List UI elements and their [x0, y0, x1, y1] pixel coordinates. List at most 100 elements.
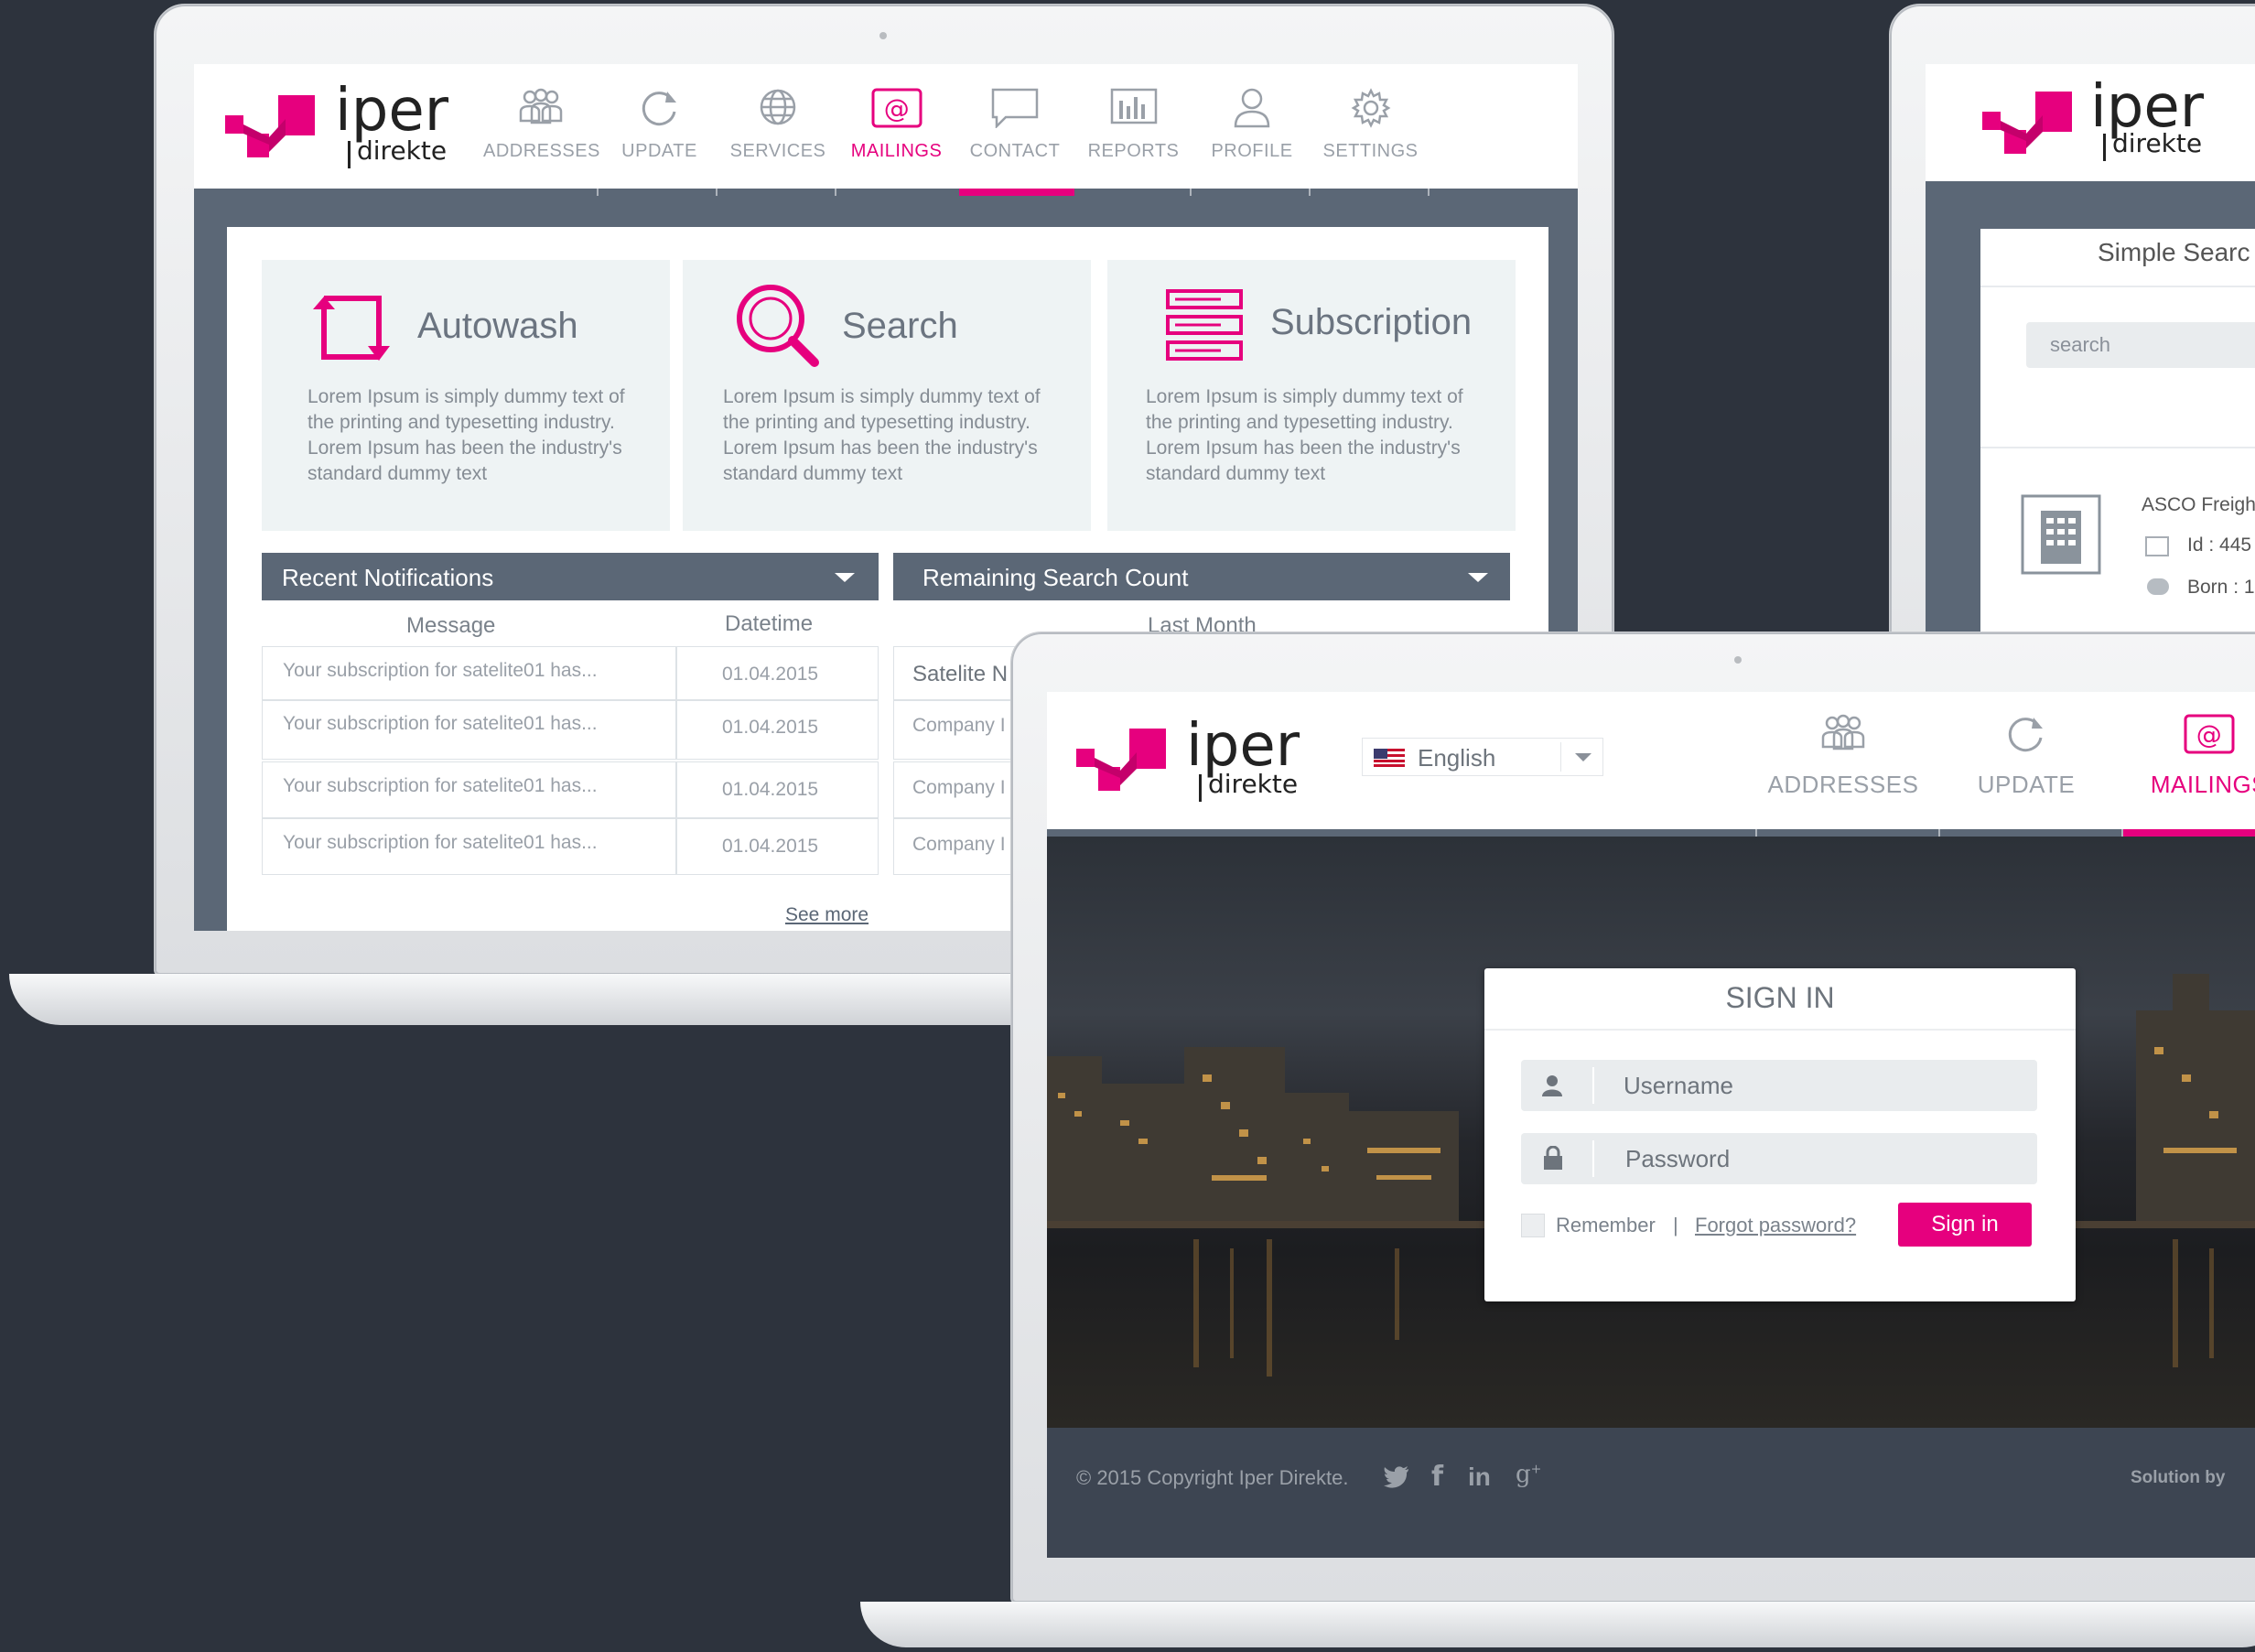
- table-row-message[interactable]: Your subscription for satelite01 has...: [262, 818, 677, 875]
- active-tab-indicator: [2123, 829, 2255, 837]
- nav-label: MAILINGS: [2150, 771, 2255, 798]
- nav-item-mailings[interactable]: @ MAILINGS: [839, 88, 955, 162]
- remember-label[interactable]: Remember: [1556, 1214, 1656, 1237]
- logo-bar: [1199, 774, 1202, 802]
- signin-title-divider: [1484, 1029, 2076, 1031]
- refresh-icon: [602, 88, 718, 141]
- dashboard-header: iper direkte ADDRESSES UPDATE SERVICES @ MAI…: [194, 64, 1578, 189]
- search-input[interactable]: search: [2026, 322, 2255, 368]
- remember-checkbox[interactable]: [1521, 1214, 1545, 1237]
- gear-icon: [1313, 88, 1429, 141]
- result-divider: [1980, 447, 2255, 448]
- user-icon: [1194, 88, 1310, 141]
- panel-title: Remaining Search Count: [922, 564, 1189, 591]
- chevron-down-icon[interactable]: [1575, 753, 1591, 761]
- birthday-icon: [2147, 578, 2169, 595]
- nav-item-profile[interactable]: PROFILE: [1194, 88, 1310, 162]
- nav-item-update[interactable]: UPDATE: [602, 88, 718, 162]
- card-description: Lorem Ipsum is simply dummy text of the …: [723, 386, 1041, 484]
- password-field[interactable]: Password: [1521, 1133, 2037, 1184]
- table-row-message[interactable]: Your subscription for satelite01 has...: [262, 699, 677, 760]
- nav-label: ADDRESSES: [483, 141, 600, 161]
- camera: [879, 32, 887, 39]
- logo-mark: [1076, 729, 1166, 791]
- laptop-base-signin: [860, 1602, 2255, 1647]
- panel-title: Simple Searc: [2098, 238, 2250, 266]
- nav-label: UPDATE: [621, 141, 697, 161]
- svg-text:@: @: [883, 93, 910, 124]
- logo-bar: [348, 141, 351, 168]
- nav-item-addresses[interactable]: ADDRESSES: [1752, 714, 1935, 799]
- linkedin-icon[interactable]: in: [1468, 1463, 1491, 1492]
- footer: © 2015 Copyright Iper Direkte. f in g+ S…: [1047, 1428, 2255, 1558]
- nav-item-contact[interactable]: CONTACT: [957, 88, 1073, 162]
- forgot-password-link[interactable]: Forgot password?: [1695, 1214, 1856, 1237]
- refresh-icon: [1935, 714, 2118, 771]
- company-name[interactable]: ASCO Freigh: [2142, 494, 2255, 516]
- table-row-company[interactable]: Company I: [893, 818, 1021, 875]
- nav-item-mailings[interactable]: @ MAILINGS: [2118, 714, 2255, 799]
- table-row-company[interactable]: Company I: [893, 699, 1021, 760]
- language-label: English: [1418, 744, 1496, 772]
- card-subscription[interactable]: Subscription Lorem Ipsum is simply dummy…: [1107, 260, 1516, 531]
- column-header-datetime: Datetime: [725, 611, 814, 636]
- at-icon: @: [2118, 714, 2255, 771]
- autowash-icon: [313, 296, 390, 361]
- search-icon: [737, 285, 819, 367]
- signin-button[interactable]: Sign in: [1898, 1203, 2032, 1247]
- twitter-icon[interactable]: [1384, 1466, 1409, 1488]
- logo-mark: [225, 95, 315, 157]
- nav-item-reports[interactable]: REPORTS: [1076, 88, 1192, 162]
- column-header-message: Message: [406, 613, 496, 638]
- google-plus-icon[interactable]: g+: [1516, 1461, 1541, 1488]
- divider: |: [1673, 1214, 1678, 1236]
- panel-title: Recent Notifications: [282, 564, 494, 591]
- table-row-message[interactable]: Your subscription for satelite01 has...: [262, 761, 677, 818]
- panel-divider: [1980, 286, 2255, 287]
- nav-item-services[interactable]: SERVICES: [720, 88, 836, 162]
- globe-icon: [720, 88, 836, 141]
- table-row-company[interactable]: Company I: [893, 761, 1021, 818]
- chat-icon: [957, 88, 1073, 141]
- field-separator: [1592, 1067, 1594, 1104]
- building-icon: [2021, 494, 2101, 575]
- solution-by-text: Solution by: [2131, 1468, 2226, 1487]
- chevron-down-icon[interactable]: [835, 573, 855, 582]
- table-row-message[interactable]: Your subscription for satelite01 has...: [262, 646, 677, 701]
- signin-box: SIGN IN Username Password Remember | For…: [1484, 968, 2076, 1301]
- chevron-down-icon[interactable]: [1468, 573, 1488, 582]
- card-search[interactable]: Search Lorem Ipsum is simply dummy text …: [683, 260, 1091, 531]
- logo-subtext: direkte: [2112, 128, 2203, 158]
- bar-chart-icon: [1076, 88, 1192, 141]
- select-divider: [1560, 742, 1561, 772]
- company-id: Id : 445: [2187, 534, 2252, 556]
- id-card-icon: [2145, 536, 2169, 556]
- see-more-link[interactable]: See more: [785, 904, 869, 926]
- card-title: Autowash: [417, 306, 578, 346]
- username-placeholder: Username: [1624, 1072, 1733, 1099]
- search-count-panel-header[interactable]: Remaining Search Count: [893, 553, 1510, 600]
- field-separator: [1592, 1140, 1594, 1177]
- card-autowash[interactable]: Autowash Lorem Ipsum is simply dummy tex…: [262, 260, 670, 531]
- username-field[interactable]: Username: [1521, 1060, 2037, 1111]
- nav-item-settings[interactable]: SETTINGS: [1313, 88, 1429, 162]
- table-row-company[interactable]: Satelite N: [893, 646, 1021, 701]
- nav-label: SETTINGS: [1322, 141, 1419, 161]
- nav-label: MAILINGS: [850, 141, 943, 161]
- us-flag-icon: [1374, 749, 1405, 767]
- table-row-date: 01.04.2015: [675, 761, 879, 818]
- nav-item-update[interactable]: UPDATE: [1935, 714, 2118, 799]
- logo-subtext: direkte: [357, 135, 448, 166]
- language-select[interactable]: English: [1362, 738, 1603, 776]
- svg-text:@: @: [2196, 719, 2223, 750]
- nav-item-addresses[interactable]: ADDRESSES: [483, 88, 599, 162]
- signin-title: SIGN IN: [1725, 981, 1835, 1014]
- search-header: iper direkte: [1926, 64, 2255, 181]
- facebook-icon[interactable]: f: [1431, 1461, 1443, 1493]
- notifications-panel-header[interactable]: Recent Notifications: [262, 553, 879, 600]
- nav-label: PROFILE: [1211, 141, 1293, 161]
- card-title: Search: [842, 306, 958, 346]
- logo-bar: [2103, 134, 2106, 161]
- nav-label: UPDATE: [1977, 771, 2076, 798]
- at-icon: @: [839, 88, 955, 141]
